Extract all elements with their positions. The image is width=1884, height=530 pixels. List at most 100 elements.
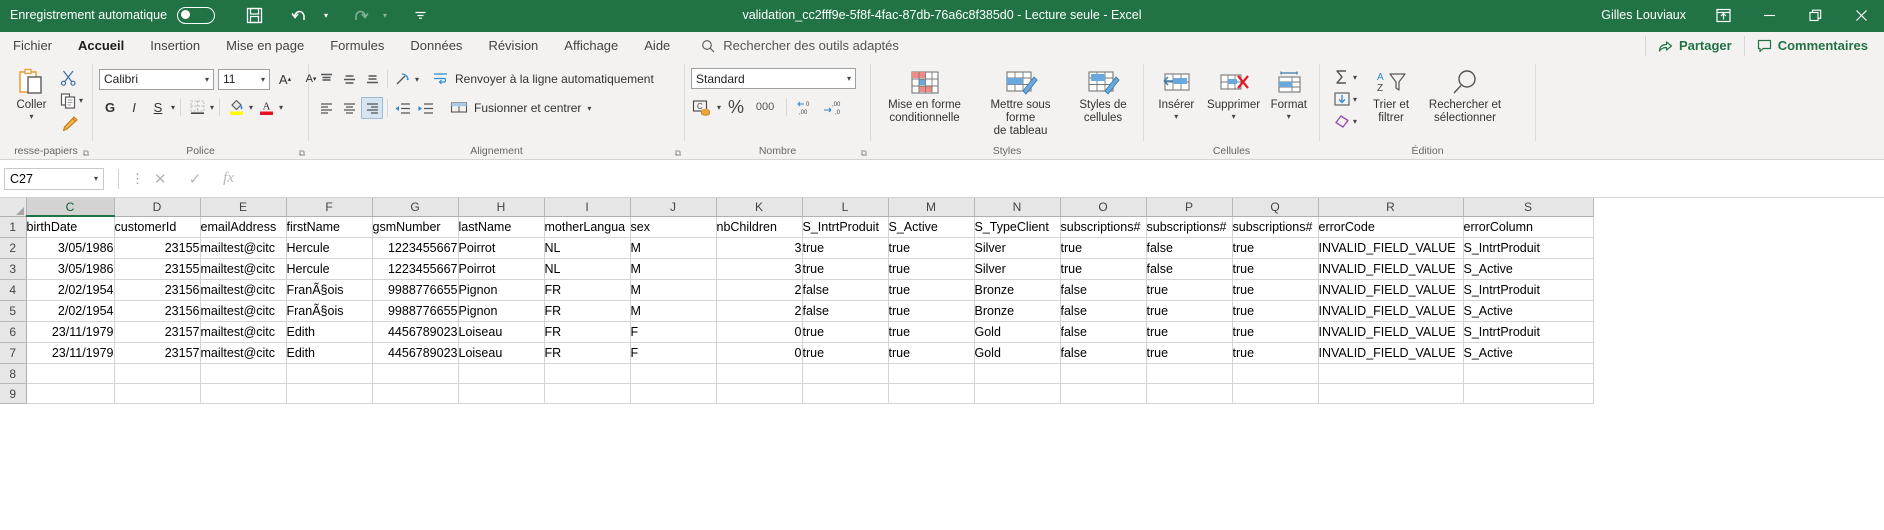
cell-D7[interactable]: 23157: [114, 342, 201, 364]
cell-M4[interactable]: true: [888, 279, 975, 301]
cell-P8[interactable]: [1146, 363, 1233, 384]
cell-E8[interactable]: [200, 363, 287, 384]
cell-L1[interactable]: S_IntrtProduit: [802, 216, 889, 238]
autosave-toggle[interactable]: [177, 6, 216, 24]
accounting-dropdown-caret[interactable]: ▾: [717, 103, 721, 112]
cell-S8[interactable]: [1463, 363, 1594, 384]
cell-D4[interactable]: 23156: [114, 279, 201, 301]
cell-L8[interactable]: [802, 363, 889, 384]
cell-L6[interactable]: true: [802, 321, 889, 343]
cell-H2[interactable]: Poirrot: [458, 237, 545, 259]
column-header-P[interactable]: P: [1146, 198, 1233, 217]
cell-I9[interactable]: [544, 383, 631, 404]
column-header-H[interactable]: H: [458, 198, 545, 217]
column-header-N[interactable]: N: [974, 198, 1061, 217]
align-top-button[interactable]: [315, 68, 337, 90]
cell-S1[interactable]: errorColumn: [1463, 216, 1594, 238]
cell-G2[interactable]: 1223455667: [372, 237, 459, 259]
cancel-icon[interactable]: ✕: [154, 170, 167, 188]
cell-O5[interactable]: false: [1060, 300, 1147, 322]
copy-dropdown-caret[interactable]: ▾: [79, 96, 83, 105]
find-select-button[interactable]: Rechercher et sélectionner: [1422, 65, 1508, 127]
cell-F7[interactable]: Edith: [286, 342, 373, 364]
cell-L4[interactable]: false: [802, 279, 889, 301]
cell-F3[interactable]: Hercule: [286, 258, 373, 280]
cell-F2[interactable]: Hercule: [286, 237, 373, 259]
align-right-button[interactable]: [361, 97, 383, 119]
cell-D8[interactable]: [114, 363, 201, 384]
cell-Q4[interactable]: true: [1232, 279, 1319, 301]
row-header-1[interactable]: 1: [0, 216, 27, 238]
cell-H6[interactable]: Loiseau: [458, 321, 545, 343]
align-center-button[interactable]: [338, 97, 360, 119]
autosum-dropdown-caret[interactable]: ▾: [1353, 73, 1357, 82]
fill-color-dropdown-caret[interactable]: ▾: [249, 103, 253, 112]
cell-E5[interactable]: mailtest@citc: [200, 300, 287, 322]
cell-J1[interactable]: sex: [630, 216, 717, 238]
cell-P1[interactable]: subscriptions#: [1146, 216, 1233, 238]
cell-I1[interactable]: motherLangua: [544, 216, 631, 238]
cell-E2[interactable]: mailtest@citc: [200, 237, 287, 259]
accounting-format-button[interactable]: C: [691, 96, 713, 118]
cell-P2[interactable]: false: [1146, 237, 1233, 259]
cell-N2[interactable]: Silver: [974, 237, 1061, 259]
column-header-L[interactable]: L: [802, 198, 889, 217]
cell-S7[interactable]: S_Active: [1463, 342, 1594, 364]
delete-cells-button[interactable]: Supprimer ▾: [1203, 65, 1265, 123]
cell-H7[interactable]: Loiseau: [458, 342, 545, 364]
cell-H8[interactable]: [458, 363, 545, 384]
cell-N3[interactable]: Silver: [974, 258, 1061, 280]
clear-dropdown-caret[interactable]: ▾: [1353, 117, 1357, 126]
column-header-F[interactable]: F: [286, 198, 373, 217]
copy-button[interactable]: ▾: [57, 90, 86, 111]
column-header-M[interactable]: M: [888, 198, 975, 217]
save-icon[interactable]: [241, 4, 267, 26]
cell-S4[interactable]: S_IntrtProduit: [1463, 279, 1594, 301]
tab-revision[interactable]: Révision: [475, 34, 551, 60]
cell-K3[interactable]: 3: [716, 258, 803, 280]
cell-R2[interactable]: INVALID_FIELD_VALUE: [1318, 237, 1464, 259]
cell-E3[interactable]: mailtest@citc: [200, 258, 287, 280]
cell-F9[interactable]: [286, 383, 373, 404]
cell-G7[interactable]: 4456789023: [372, 342, 459, 364]
undo-dropdown-caret[interactable]: ▾: [324, 11, 328, 20]
underline-dropdown-caret[interactable]: ▾: [171, 103, 175, 112]
share-button[interactable]: Partager: [1646, 34, 1744, 57]
cell-M7[interactable]: true: [888, 342, 975, 364]
cell-I6[interactable]: FR: [544, 321, 631, 343]
customize-quick-access-icon[interactable]: [407, 4, 433, 26]
cell-D3[interactable]: 23155: [114, 258, 201, 280]
tab-affichage[interactable]: Affichage: [551, 34, 631, 60]
borders-dropdown-caret[interactable]: ▾: [210, 103, 214, 112]
cell-K1[interactable]: nbChildren: [716, 216, 803, 238]
increase-indent-button[interactable]: [415, 97, 437, 119]
number-dialog-launcher[interactable]: ⧉: [861, 148, 867, 159]
cell-O2[interactable]: true: [1060, 237, 1147, 259]
font-name-combo[interactable]: Calibri ▾: [99, 68, 214, 90]
percent-style-button[interactable]: %: [725, 96, 747, 118]
cell-E1[interactable]: emailAddress: [200, 216, 287, 238]
cell-R4[interactable]: INVALID_FIELD_VALUE: [1318, 279, 1464, 301]
cell-K5[interactable]: 2: [716, 300, 803, 322]
cell-G3[interactable]: 1223455667: [372, 258, 459, 280]
cell-J4[interactable]: M: [630, 279, 717, 301]
cell-F4[interactable]: FranÃ§ois: [286, 279, 373, 301]
formula-input[interactable]: [248, 168, 1884, 190]
comma-style-button[interactable]: 000: [751, 96, 779, 118]
column-header-I[interactable]: I: [544, 198, 631, 217]
cell-P4[interactable]: true: [1146, 279, 1233, 301]
cell-R6[interactable]: INVALID_FIELD_VALUE: [1318, 321, 1464, 343]
increase-font-size-button[interactable]: A ▴: [274, 68, 296, 90]
column-header-J[interactable]: J: [630, 198, 717, 217]
font-color-dropdown-caret[interactable]: ▾: [279, 103, 283, 112]
row-header-7[interactable]: 7: [0, 342, 27, 364]
tab-donnees[interactable]: Données: [397, 34, 475, 60]
cell-Q1[interactable]: subscriptions#: [1232, 216, 1319, 238]
cell-D9[interactable]: [114, 383, 201, 404]
fill-dropdown-caret[interactable]: ▾: [1353, 95, 1357, 104]
align-middle-button[interactable]: [338, 68, 360, 90]
cell-N1[interactable]: S_TypeClient: [974, 216, 1061, 238]
cell-O1[interactable]: subscriptions#: [1060, 216, 1147, 238]
column-header-S[interactable]: S: [1463, 198, 1594, 217]
tab-formules[interactable]: Formules: [317, 34, 397, 60]
